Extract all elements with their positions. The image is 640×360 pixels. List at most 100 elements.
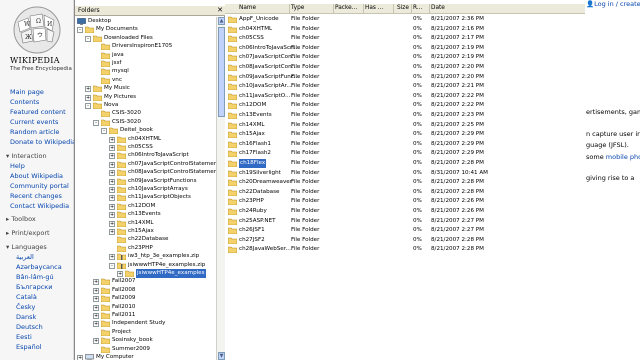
expand-icon[interactable]: +	[109, 229, 115, 235]
nav-contact-wikipedia[interactable]: Contact Wikipedia	[10, 202, 69, 210]
file-row[interactable]: ch06IntroToJavaScri... File Folder 0% 8/21/…	[225, 44, 585, 53]
collapse-icon[interactable]: -	[77, 27, 83, 34]
file-row[interactable]: ch25ASP.NET File Folder 0% 8/21/2007 2:27 P…	[225, 217, 585, 226]
lang-link[interactable]: Deutsch	[16, 323, 43, 331]
file-row[interactable]: ch26JSF1 File Folder 0% 8/21/2007 2:27 PM	[225, 226, 585, 235]
scroll-down-icon[interactable]: ▼	[218, 352, 225, 360]
lang-link[interactable]: Eesti	[16, 333, 32, 341]
expand-icon[interactable]: +	[85, 86, 91, 93]
expand-icon[interactable]: +	[93, 287, 99, 294]
lang-link[interactable]: Bân-lâm-gú	[16, 273, 54, 281]
scroll-up-icon[interactable]: ▲	[218, 17, 225, 25]
wikipedia-globe-logo-icon[interactable]: W Ω И Ж ウ	[8, 4, 66, 56]
lang-link[interactable]: Español	[16, 343, 42, 351]
collapse-icon[interactable]: -	[101, 128, 107, 135]
expand-icon[interactable]: +	[93, 279, 99, 286]
expand-icon[interactable]: +	[109, 187, 115, 193]
lang-link[interactable]: Български	[16, 283, 52, 291]
mobile-phones-link[interactable]: mobile phones	[606, 153, 640, 161]
lang-link[interactable]: Azərbaycanca	[16, 263, 62, 271]
column-type[interactable]: Type	[291, 5, 304, 11]
collapse-icon[interactable]: -	[85, 103, 91, 109]
file-row[interactable]: ch04XHTML File Folder 0% 8/21/2007 2:16 PM	[225, 25, 585, 34]
file-row[interactable]: AppF_Unicode File Folder 0% 8/21/2007 2:36 …	[225, 15, 585, 24]
column-divider[interactable]	[429, 4, 430, 14]
close-icon[interactable]: ✕	[217, 6, 223, 15]
column-packed[interactable]: Packe...	[335, 5, 357, 11]
nav-about-wikipedia[interactable]: About Wikipedia	[10, 172, 63, 180]
collapse-icon[interactable]: -	[93, 119, 99, 126]
column-has[interactable]: Has ...	[365, 5, 383, 11]
collapse-icon[interactable]: -	[85, 35, 91, 42]
expand-icon[interactable]: +	[109, 220, 115, 227]
expand-icon[interactable]: +	[85, 94, 91, 101]
nav-featured-content[interactable]: Featured content	[10, 108, 66, 116]
file-row[interactable]: ch05CSS File Folder 0% 8/21/2007 2:17 PM	[225, 34, 585, 43]
column-divider[interactable]	[393, 4, 394, 14]
expand-icon[interactable]: +	[117, 271, 123, 277]
tree-node[interactable]: + My Computer	[75, 353, 216, 360]
languages-heading[interactable]: ▾ Languages	[6, 243, 47, 251]
file-row[interactable]: ch14XML File Folder 0% 8/21/2007 2:25 PM	[225, 121, 585, 130]
file-row[interactable]: ch28JavaWebSer... File Folder 0% 8/21/2007 …	[225, 245, 585, 254]
lang-link[interactable]: العربية	[16, 253, 34, 261]
expand-icon[interactable]: +	[77, 355, 83, 360]
expand-icon[interactable]: +	[109, 203, 115, 210]
file-row[interactable]: ch09JavaScriptFunc... File Folder 0% 8/21/2…	[225, 73, 585, 82]
expand-icon[interactable]: +	[93, 321, 99, 328]
toolbox-heading[interactable]: ▸ Toolbox	[6, 215, 36, 223]
file-row[interactable]: ch07JavaScriptCon... File Folder 0% 8/21/20…	[225, 53, 585, 62]
scrollbar-thumb[interactable]	[218, 27, 225, 117]
file-row[interactable]: ch12DOM File Folder 0% 8/21/2007 2:22 PM	[225, 101, 585, 110]
expand-icon[interactable]: +	[109, 178, 115, 185]
file-row[interactable]: ch10JavaScriptAr... File Folder 0% 8/21/200…	[225, 82, 585, 91]
login-link[interactable]: 👤Log in / create account	[586, 0, 640, 8]
lang-link[interactable]: Català	[16, 293, 37, 301]
expand-icon[interactable]: +	[109, 153, 115, 160]
file-row[interactable]: ch16Flash1 File Folder 0% 8/21/2007 2:29 PM	[225, 140, 585, 149]
file-row[interactable]: ch13Events File Folder 0% 8/21/2007 2:23 PM	[225, 111, 585, 120]
column-divider[interactable]	[333, 4, 334, 14]
column-divider[interactable]	[289, 4, 290, 14]
column-divider[interactable]	[411, 4, 412, 14]
nav-help[interactable]: Help	[10, 162, 25, 170]
expand-icon[interactable]: +	[93, 304, 99, 311]
file-row[interactable]: ch24Ruby File Folder 0% 8/21/2007 2:26 PM	[225, 207, 585, 216]
expand-icon[interactable]: +	[109, 161, 115, 168]
column-ratio[interactable]: R...	[413, 5, 422, 11]
print-export-heading[interactable]: ▸ Print/export	[6, 229, 50, 237]
collapse-icon[interactable]: -	[109, 262, 115, 269]
file-row[interactable]: ch20Dreamweaver File Folder 0% 8/21/2007 2:…	[225, 178, 585, 187]
expand-icon[interactable]: +	[93, 313, 99, 319]
expand-icon[interactable]: +	[109, 170, 115, 177]
expand-icon[interactable]: +	[109, 254, 115, 261]
column-date[interactable]: Date	[431, 5, 445, 11]
tree-scrollbar[interactable]: ▲ ▼	[216, 17, 225, 360]
expand-icon[interactable]: +	[93, 338, 99, 345]
nav-current-events[interactable]: Current events	[10, 118, 58, 126]
expand-icon[interactable]: +	[109, 212, 115, 219]
nav-community-portal[interactable]: Community portal	[10, 182, 69, 190]
file-row[interactable]: ch08JavaScriptCon... File Folder 0% 8/21/20…	[225, 63, 585, 72]
column-size[interactable]: Size	[397, 5, 409, 11]
nav-donate[interactable]: Donate to Wikipedia	[10, 138, 76, 146]
nav-recent-changes[interactable]: Recent changes	[10, 192, 62, 200]
file-row[interactable]: ch19Silverlight File Folder 0% 8/31/2007 10…	[225, 169, 585, 178]
lang-link[interactable]: Dansk	[16, 313, 36, 321]
file-row[interactable]: ch15Ajax File Folder 0% 8/21/2007 2:29 PM	[225, 130, 585, 139]
expand-icon[interactable]: +	[109, 136, 115, 143]
interaction-heading[interactable]: ▾ Interaction	[6, 152, 47, 160]
expand-icon[interactable]: +	[93, 296, 99, 303]
nav-main-page[interactable]: Main page	[10, 88, 44, 96]
file-row[interactable]: ch11JavaScriptO... File Folder 0% 8/21/2007…	[225, 92, 585, 101]
file-row[interactable]: ch17Flash2 File Folder 0% 8/21/2007 2:29 PM	[225, 149, 585, 158]
column-divider[interactable]	[363, 4, 364, 14]
expand-icon[interactable]: +	[109, 145, 115, 151]
file-row[interactable]: ch18Flex File Folder 0% 8/21/2007 2:28 PM	[225, 159, 585, 168]
file-row[interactable]: ch27JSF2 File Folder 0% 8/21/2007 2:28 PM	[225, 236, 585, 245]
file-row[interactable]: ch23PHP File Folder 0% 8/21/2007 2:26 PM	[225, 197, 585, 206]
nav-contents[interactable]: Contents	[10, 98, 39, 106]
file-row[interactable]: ch22Database File Folder 0% 8/21/2007 2:28 …	[225, 188, 585, 197]
lang-link[interactable]: Česky	[16, 303, 35, 311]
nav-random-article[interactable]: Random article	[10, 128, 59, 136]
